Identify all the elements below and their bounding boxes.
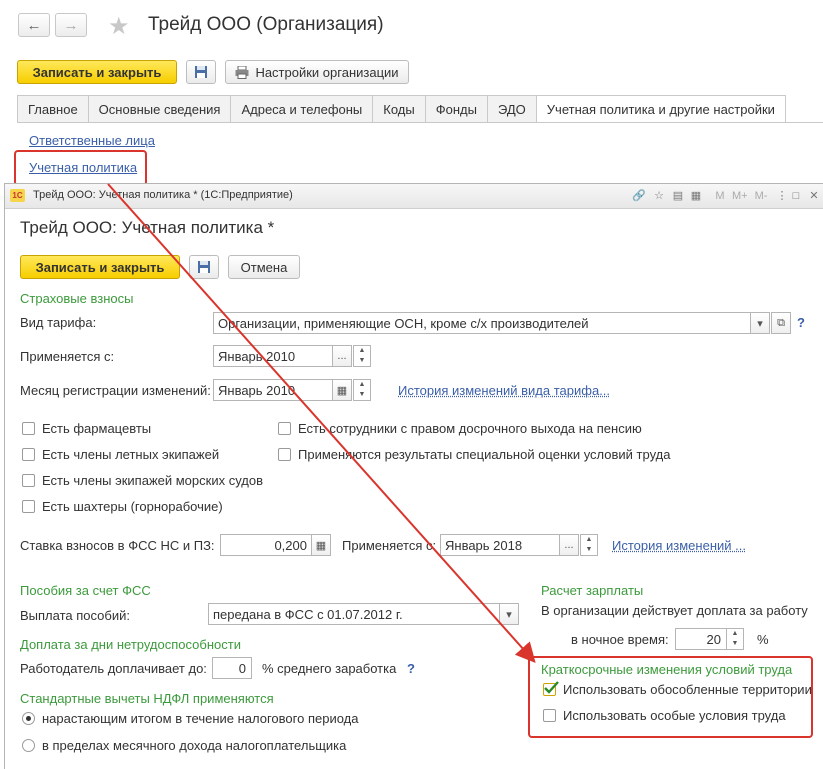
annotation-arrow — [107, 183, 536, 663]
